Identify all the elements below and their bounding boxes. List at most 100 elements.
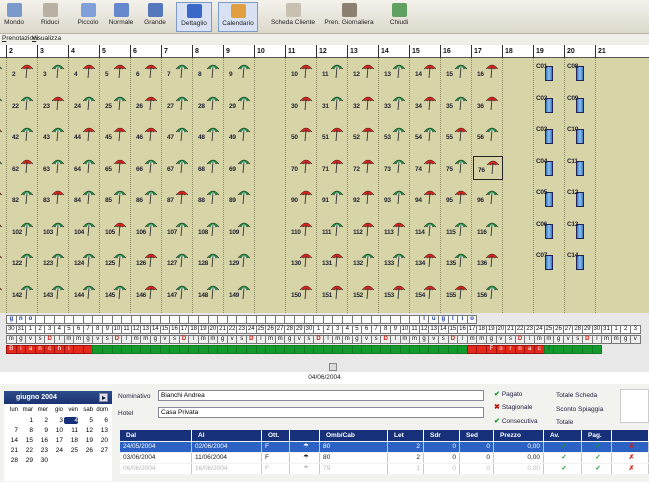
booking-cell[interactable] — [591, 345, 603, 354]
umbrella-cell[interactable]: 22 — [8, 93, 38, 117]
cabin-cell[interactable]: C01 — [535, 61, 565, 85]
scroll-thumb[interactable] — [329, 363, 337, 371]
calendar-day[interactable]: 5 — [79, 417, 93, 424]
toolbar-button-riduci[interactable]: Riduci — [34, 2, 66, 32]
umbrella-cell[interactable]: 63 — [39, 156, 69, 180]
umbrella-cell[interactable]: 16 — [473, 61, 503, 85]
toolbar-button-scheda-cliente[interactable]: Scheda Cliente — [268, 2, 318, 32]
calendar-day[interactable]: 28 — [4, 457, 18, 464]
umbrella-cell[interactable]: 150 — [287, 282, 317, 306]
umbrella-cell[interactable]: 24 — [70, 93, 100, 117]
umbrella-cell[interactable]: 23 — [39, 93, 69, 117]
calendar-day[interactable]: 1 — [19, 417, 33, 424]
umbrella-cell[interactable]: 31 — [318, 93, 348, 117]
cabin-cell[interactable]: C10 — [566, 124, 596, 148]
umbrella-cell[interactable]: 55 — [442, 124, 472, 148]
umbrella-cell[interactable]: 81 — [0, 187, 7, 211]
umbrella-cell[interactable]: 26 — [132, 93, 162, 117]
cabin-cell[interactable]: C12 — [566, 187, 596, 211]
umbrella-cell[interactable]: 111 — [318, 219, 348, 243]
cabin-cell[interactable]: C08 — [566, 61, 596, 85]
umbrella-cell[interactable]: 153 — [380, 282, 410, 306]
umbrella-cell[interactable]: 12 — [349, 61, 379, 85]
umbrella-cell[interactable]: 96 — [473, 187, 503, 211]
umbrella-cell[interactable]: 41 — [0, 124, 7, 148]
table-header[interactable]: Dal — [120, 430, 192, 441]
umbrella-cell[interactable]: 69 — [225, 156, 255, 180]
umbrella-cell[interactable]: 13 — [380, 61, 410, 85]
umbrella-cell[interactable]: 64 — [70, 156, 100, 180]
toolbar-button-piccolo[interactable]: Piccolo — [74, 2, 102, 32]
umbrella-cell[interactable]: 51 — [318, 124, 348, 148]
calendar-today[interactable]: 4 — [64, 417, 78, 424]
table-header[interactable] — [290, 430, 320, 441]
calendar-day[interactable]: 7 — [4, 427, 18, 434]
table-row[interactable]: 24/05/2004 02/06/2004 F ☂ 80 2 0 0 0,00 ✓ ✓ ✗ — [120, 442, 649, 452]
umbrella-cell[interactable]: 25 — [101, 93, 131, 117]
umbrella-cell[interactable]: 1 — [0, 61, 7, 85]
calendar-day[interactable]: 25 — [64, 447, 78, 454]
toolbar-button-dettaglio[interactable]: Dettaglio — [176, 2, 212, 32]
table-header[interactable]: Ott. — [262, 430, 290, 441]
umbrella-cell[interactable]: 89 — [225, 187, 255, 211]
umbrella-cell[interactable]: 90 — [287, 187, 317, 211]
delete-icon[interactable]: ✗ — [612, 453, 649, 463]
umbrella-cell[interactable]: 33 — [380, 93, 410, 117]
table-header[interactable]: Al — [192, 430, 262, 441]
umbrella-cell[interactable]: 144 — [70, 282, 100, 306]
cabin-cell[interactable]: C13 — [566, 219, 596, 243]
umbrella-cell[interactable]: 62 — [8, 156, 38, 180]
calendar-day[interactable]: 10 — [49, 427, 63, 434]
umbrella-cell[interactable]: 109 — [225, 219, 255, 243]
calendar-day[interactable]: 27 — [94, 447, 108, 454]
umbrella-cell[interactable]: 145 — [101, 282, 131, 306]
menu-visualizza[interactable]: Visualizza — [32, 35, 61, 42]
umbrella-cell[interactable]: 54 — [411, 124, 441, 148]
table-header[interactable] — [612, 430, 649, 441]
umbrella-cell[interactable]: 103 — [39, 219, 69, 243]
umbrella-cell[interactable]: 94 — [411, 187, 441, 211]
umbrella-cell[interactable]: 115 — [442, 219, 472, 243]
umbrella-cell[interactable]: 84 — [70, 187, 100, 211]
umbrella-cell[interactable]: 142 — [8, 282, 38, 306]
umbrella-cell[interactable]: 130 — [287, 250, 317, 274]
umbrella-cell[interactable]: 124 — [70, 250, 100, 274]
umbrella-cell[interactable]: 132 — [349, 250, 379, 274]
calendar-day[interactable]: 29 — [19, 457, 33, 464]
cabin-cell[interactable]: C02 — [535, 93, 565, 117]
umbrella-cell[interactable]: 85 — [101, 187, 131, 211]
umbrella-cell[interactable]: 32 — [349, 93, 379, 117]
umbrella-cell[interactable]: 34 — [411, 93, 441, 117]
umbrella-cell[interactable]: 104 — [70, 219, 100, 243]
umbrella-cell[interactable]: 95 — [442, 187, 472, 211]
umbrella-cell[interactable]: 114 — [411, 219, 441, 243]
umbrella-cell[interactable]: 112 — [349, 219, 379, 243]
pagato-check[interactable]: ✔ Pagato — [494, 390, 522, 398]
umbrella-cell[interactable]: 8 — [194, 61, 224, 85]
umbrella-cell[interactable]: 47 — [163, 124, 193, 148]
umbrella-cell[interactable]: 122 — [8, 250, 38, 274]
table-header[interactable]: Sdr — [424, 430, 460, 441]
hotel-field[interactable]: Casa Privata — [158, 407, 484, 418]
cabin-cell[interactable]: C11 — [566, 156, 596, 180]
umbrella-cell[interactable]: 43 — [39, 124, 69, 148]
calendar-day[interactable]: 3 — [49, 417, 63, 424]
umbrella-cell[interactable]: 61 — [0, 156, 7, 180]
umbrella-cell[interactable]: 14 — [411, 61, 441, 85]
umbrella-cell[interactable]: 15 — [442, 61, 472, 85]
umbrella-cell[interactable]: 151 — [318, 282, 348, 306]
umbrella-cell[interactable]: 67 — [163, 156, 193, 180]
umbrella-cell[interactable]: 135 — [442, 250, 472, 274]
umbrella-cell[interactable]: 127 — [163, 250, 193, 274]
umbrella-cell[interactable]: 71 — [318, 156, 348, 180]
toolbar-button-chiudi[interactable]: Chiudi — [384, 2, 414, 32]
umbrella-cell[interactable]: 28 — [194, 93, 224, 117]
umbrella-cell[interactable]: 27 — [163, 93, 193, 117]
umbrella-cell[interactable]: 134 — [411, 250, 441, 274]
calendar-day[interactable]: 8 — [19, 427, 33, 434]
calendar-day[interactable]: 6 — [94, 417, 108, 424]
calendar-day[interactable]: 17 — [49, 437, 63, 444]
calendar-day[interactable]: 2 — [34, 417, 48, 424]
umbrella-cell[interactable]: 154 — [411, 282, 441, 306]
umbrella-cell[interactable]: 50 — [287, 124, 317, 148]
